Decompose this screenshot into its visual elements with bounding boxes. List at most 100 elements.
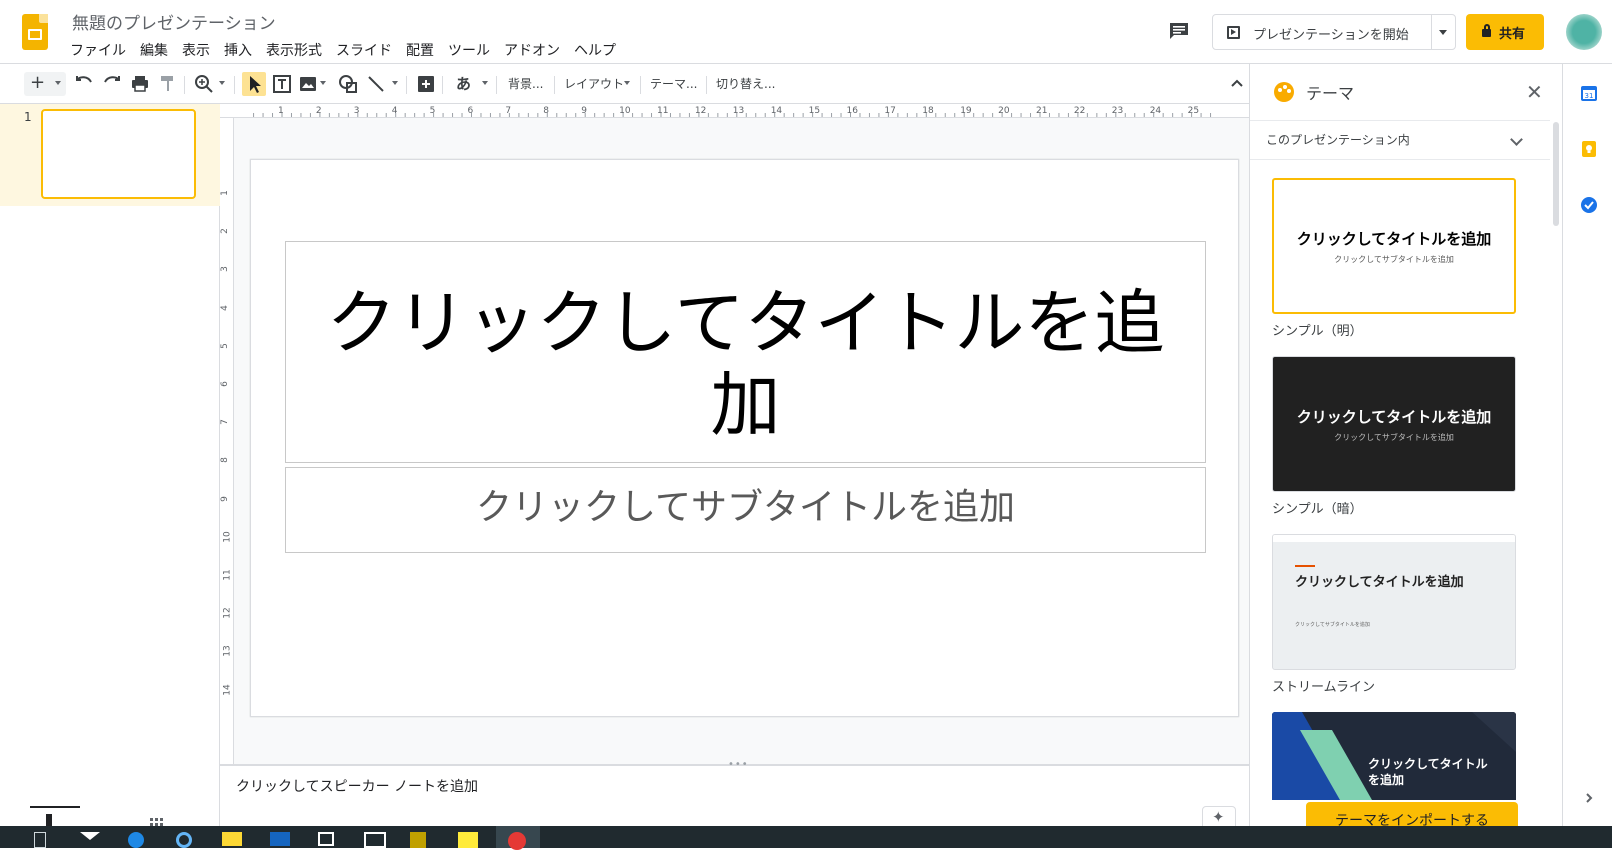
line-icon[interactable]	[364, 72, 388, 96]
tasks-icon[interactable]	[1580, 196, 1598, 214]
collapse-menus-icon[interactable]	[1230, 76, 1244, 90]
input-tools-dropdown-icon[interactable]	[482, 81, 488, 85]
menu-arrange[interactable]: 配置	[406, 40, 434, 60]
file-explorer-icon[interactable]	[222, 832, 242, 846]
calendar-icon[interactable]: 31	[1580, 84, 1598, 102]
ruler-label: 6	[467, 106, 474, 116]
document-title[interactable]: 無題のプレゼンテーション	[72, 9, 276, 34]
ruler-label: 7	[219, 419, 230, 426]
theme-card-simple-dark[interactable]: クリックしてタイトルを追加 クリックしてサブタイトルを追加	[1272, 356, 1516, 492]
menu-addons[interactable]: アドオン	[504, 40, 560, 60]
slides-logo-icon[interactable]	[22, 14, 48, 50]
filmview-icon[interactable]	[30, 806, 80, 826]
menu-format[interactable]: 表示形式	[266, 40, 322, 60]
slide[interactable]: クリックしてタイトルを追加 クリックしてサブタイトルを追加	[250, 159, 1239, 717]
theme-panel-title: テーマ	[1306, 84, 1355, 103]
speaker-notes[interactable]: クリックしてスピーカー ノートを追加	[220, 766, 1249, 826]
ruler-label: 17	[884, 106, 896, 116]
menu-insert[interactable]: 挿入	[224, 40, 252, 60]
chevron-right-icon[interactable]	[1583, 792, 1595, 804]
line-dropdown-icon[interactable]	[392, 81, 398, 85]
menu-edit[interactable]: 編集	[140, 40, 168, 60]
menu-help[interactable]: ヘルプ	[574, 40, 616, 60]
theme-name: ストリームライン	[1272, 680, 1375, 695]
comments-icon[interactable]	[1168, 22, 1190, 40]
new-slide-dropdown-icon[interactable]	[55, 81, 61, 85]
keep-icon[interactable]	[1580, 140, 1598, 158]
ruler-label: 13	[732, 106, 745, 116]
toolbar-divider	[706, 76, 707, 94]
ruler-label: 4	[391, 106, 398, 116]
toolbar: + あ 背景... レイアウト テーマ... 切り替え...	[0, 64, 1262, 104]
paint-format-icon[interactable]	[156, 72, 180, 96]
theme-preview-header-band	[1273, 535, 1515, 542]
zoom-icon[interactable]	[192, 72, 216, 96]
ruler-label: 21	[1036, 106, 1048, 116]
ruler-label: 1	[278, 106, 284, 116]
select-tool-button[interactable]	[242, 72, 266, 96]
layout-dropdown-icon[interactable]	[624, 81, 630, 85]
theme-card-simple-light[interactable]: クリックしてタイトルを追加 クリックしてサブタイトルを追加	[1272, 178, 1516, 314]
theme-source-label: このプレゼンテーション内	[1266, 133, 1410, 147]
image-dropdown-icon[interactable]	[320, 81, 326, 85]
taskbar-app-icon[interactable]	[270, 832, 290, 846]
menu-tools[interactable]: ツール	[448, 40, 490, 60]
filmstrip-slide-row[interactable]: 1	[0, 104, 220, 206]
theme-preview-title: クリックしてタイトルを追加	[1295, 575, 1464, 590]
title-placeholder-text: クリックしてタイトルを追加	[326, 282, 1165, 446]
background-button[interactable]: 背景...	[508, 74, 543, 94]
undo-icon[interactable]	[72, 72, 96, 96]
present-button[interactable]: プレゼンテーションを開始	[1212, 14, 1456, 50]
print-icon[interactable]	[128, 72, 152, 96]
toolbar-divider	[554, 76, 555, 94]
ruler-label: 2	[315, 106, 322, 116]
task-view-icon[interactable]	[34, 832, 46, 848]
menu-file[interactable]: ファイル	[70, 40, 126, 60]
toolbar-divider	[234, 76, 235, 94]
taskbar-app-icon[interactable]	[364, 832, 386, 848]
store-icon[interactable]	[318, 832, 334, 846]
avatar[interactable]	[1566, 14, 1602, 50]
subtitle-placeholder-text: クリックしてサブタイトルを追加	[476, 487, 1015, 528]
slide-thumbnail[interactable]	[41, 109, 196, 199]
transition-button[interactable]: 切り替え...	[716, 74, 775, 94]
shape-icon[interactable]	[336, 72, 360, 96]
present-options-dropdown[interactable]	[1431, 15, 1455, 49]
ie-icon[interactable]	[176, 832, 192, 848]
toolbar-divider	[184, 76, 185, 94]
layout-button[interactable]: レイアウト	[564, 74, 624, 94]
ruler-label: 23	[1111, 106, 1124, 116]
sticky-notes-icon[interactable]	[458, 832, 478, 848]
menu-slide[interactable]: スライド	[336, 40, 392, 60]
theme-preview-title: クリックしてタイトルを追加	[1296, 230, 1492, 248]
ruler-label: 18	[922, 106, 934, 116]
vertical-ruler: 1 2 3 4 5 6 7 8 9 10 11 12 13 14	[220, 118, 234, 764]
theme-preview-accent-line	[1295, 565, 1315, 567]
text-box-icon[interactable]	[270, 72, 294, 96]
menu-view[interactable]: 表示	[182, 40, 210, 60]
input-tools-button[interactable]: あ	[456, 74, 471, 94]
taskbar-app-icon[interactable]	[80, 832, 100, 840]
insert-comment-icon[interactable]	[414, 72, 438, 96]
share-button[interactable]: 共有	[1466, 14, 1544, 50]
theme-card-geometric[interactable]: クリックしてタイトルを追加	[1272, 712, 1516, 800]
chrome-icon[interactable]	[508, 832, 526, 850]
taskbar-app-icon[interactable]	[410, 832, 426, 848]
close-icon[interactable]: ✕	[1526, 80, 1543, 104]
speaker-notes-placeholder: クリックしてスピーカー ノートを追加	[236, 779, 479, 795]
theme-panel-header: テーマ ✕	[1250, 64, 1563, 120]
redo-icon[interactable]	[100, 72, 124, 96]
zoom-dropdown-icon[interactable]	[219, 81, 225, 85]
edge-icon[interactable]	[128, 832, 144, 848]
ruler-label: 10	[222, 531, 233, 543]
theme-button[interactable]: テーマ...	[650, 74, 697, 94]
theme-source-dropdown[interactable]: このプレゼンテーション内	[1250, 120, 1550, 160]
title-placeholder[interactable]: クリックしてタイトルを追加	[285, 241, 1206, 463]
image-icon[interactable]	[296, 72, 320, 96]
ruler-label: 5	[429, 106, 436, 116]
subtitle-placeholder[interactable]: クリックしてサブタイトルを追加	[285, 467, 1206, 553]
theme-card-streamline[interactable]: クリックしてタイトルを追加 クリックしてサブタイトルを追加	[1272, 534, 1516, 670]
ruler-label: 25	[1187, 106, 1200, 116]
theme-panel-scrollbar[interactable]	[1553, 122, 1559, 226]
theme-panel: テーマ ✕ このプレゼンテーション内 クリックしてタイトルを追加 クリックしてサ…	[1249, 64, 1563, 836]
